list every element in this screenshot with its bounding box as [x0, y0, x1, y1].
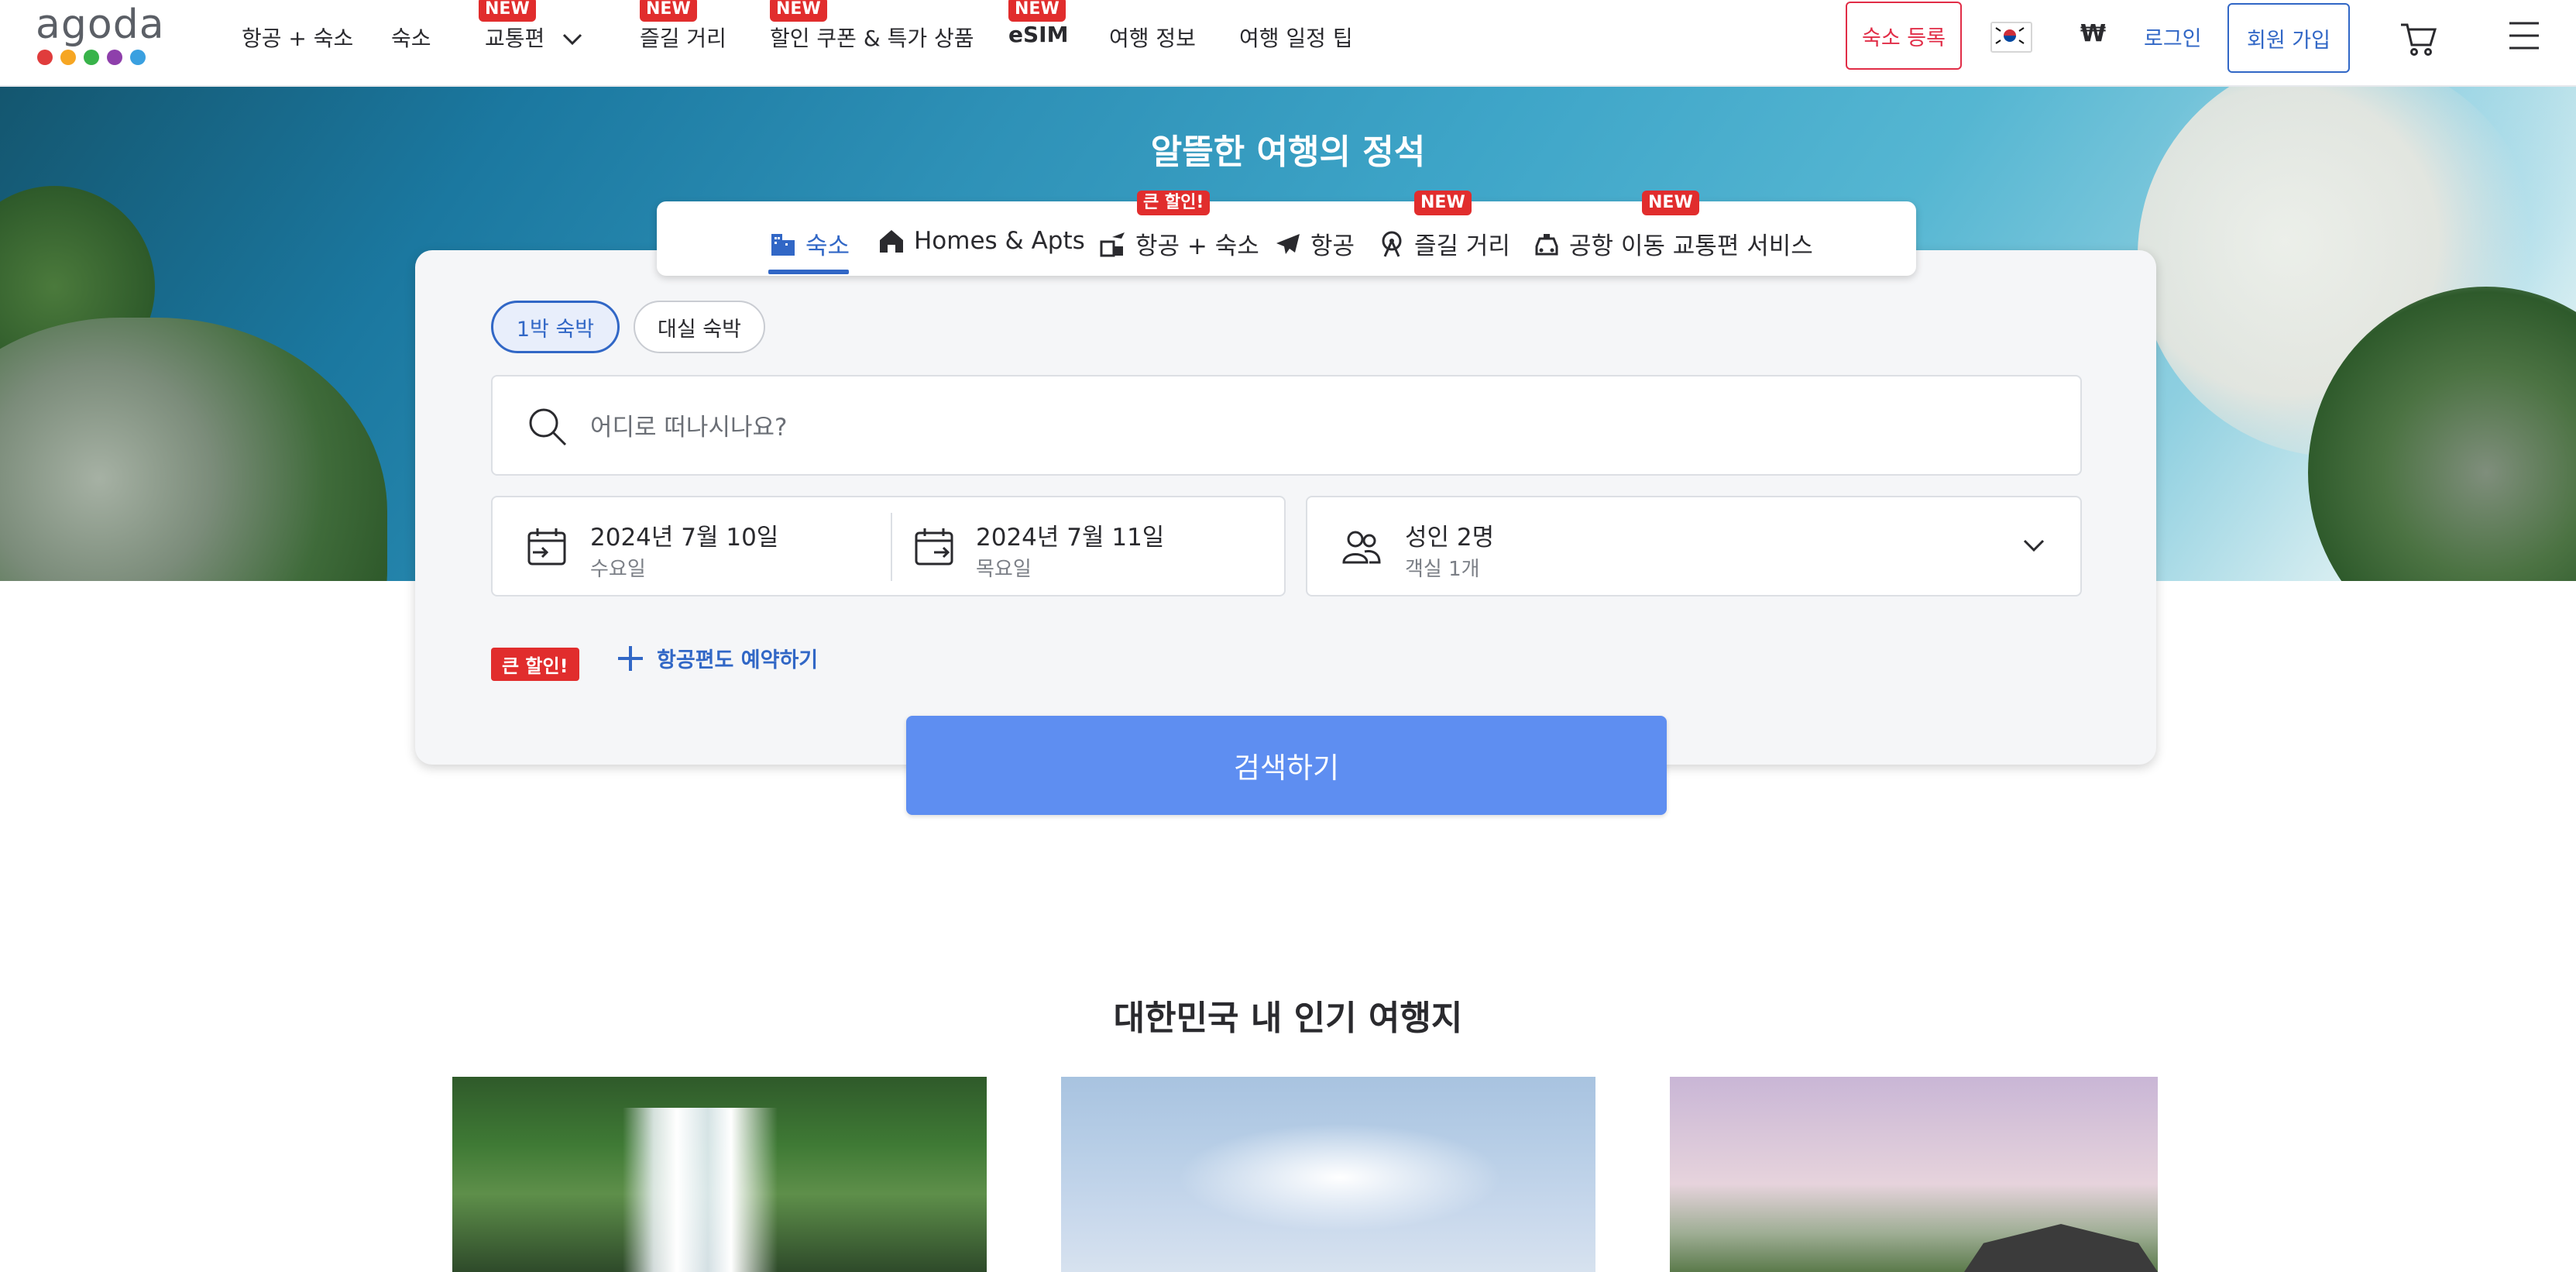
hero-title: 알뜰한 여행의 정석: [1150, 132, 1426, 172]
checkout-weekday: 목요일: [976, 558, 1032, 581]
nav-activities[interactable]: 즐길 거리: [640, 22, 726, 53]
search-button[interactable]: 검색하기: [906, 716, 1667, 815]
search-icon: [529, 408, 567, 446]
calendar-checkout-icon: [915, 528, 953, 566]
stay-type-overnight[interactable]: 1박 숙박: [491, 301, 620, 353]
people-icon: [1342, 531, 1381, 564]
logo-text: agoda: [36, 2, 165, 48]
logo-dot-orange: [60, 50, 76, 65]
login-link[interactable]: 로그인: [2144, 22, 2202, 52]
logo-dot-purple: [107, 50, 122, 65]
nav-flight-hotel[interactable]: 항공 + 숙소: [242, 22, 353, 53]
house-icon: [880, 230, 903, 253]
chevron-down-icon: [2023, 539, 2045, 552]
logo-dot-red: [37, 50, 53, 65]
nav-travel-tips[interactable]: 여행 일정 팁: [1239, 22, 1353, 53]
checkin-field[interactable]: 2024년 7월 10일 수요일: [493, 497, 889, 595]
checkin-date: 2024년 7월 10일: [590, 524, 779, 552]
nav-travel-info[interactable]: 여행 정보: [1109, 22, 1196, 53]
tab-label: 즐길 거리: [1414, 232, 1510, 260]
new-tag: NEW: [479, 0, 536, 22]
discount-tag: 큰 할인!: [1137, 191, 1211, 215]
new-tag: NEW: [1642, 191, 1699, 215]
chevron-down-icon: [563, 33, 582, 46]
tab-flight-hotel[interactable]: 항공 + 숙소: [1098, 226, 1259, 261]
flight-hotel-icon: [1100, 232, 1125, 256]
destination-placeholder: 어디로 떠나시나요?: [590, 414, 788, 442]
signup-button[interactable]: 회원 가입: [2227, 3, 2350, 73]
new-tag: NEW: [770, 0, 827, 22]
active-tab-indicator: [768, 270, 849, 274]
korea-flag-icon: [1992, 23, 2028, 48]
top-nav-bar: agoda 항공 + 숙소 숙소 NEW 교통편 NEW 즐길 거리 NEW 할…: [0, 0, 2576, 87]
date-range-picker: 2024년 7월 10일 수요일 2024년 7월 11일 목요일: [491, 496, 1286, 596]
tab-label: 항공 + 숙소: [1135, 232, 1259, 260]
tab-label: Homes & Apts: [914, 227, 1085, 255]
calendar-checkin-icon: [527, 528, 566, 566]
temple-image-art: [1964, 1224, 2158, 1272]
discount-badge: 큰 할인!: [491, 648, 579, 681]
room-count: 객실 1개: [1405, 558, 1480, 581]
sky-image-art: [1177, 1123, 1503, 1232]
tab-flights[interactable]: 항공: [1273, 226, 1355, 261]
currency-button[interactable]: ₩: [2080, 20, 2106, 47]
waterfall-image-art: [623, 1108, 778, 1272]
add-flight-label: 항공편도 예약하기: [657, 648, 819, 672]
tab-stays[interactable]: 숙소: [768, 226, 850, 261]
logo-dot-green: [84, 50, 99, 65]
ferris-wheel-icon: [1382, 231, 1402, 257]
tab-airport-transfer[interactable]: 공항 이동 교통편 서비스: [1532, 226, 1813, 261]
nav-stays[interactable]: 숙소: [391, 22, 431, 53]
checkout-field[interactable]: 2024년 7월 11일 목요일: [892, 497, 1284, 595]
popular-destinations-title: 대한민국 내 인기 여행지: [1113, 999, 1463, 1038]
checkin-weekday: 수요일: [590, 558, 646, 581]
nav-transport[interactable]: 교통편: [485, 22, 582, 53]
stay-type-day-use[interactable]: 대실 숙박: [634, 301, 765, 353]
destination-card[interactable]: [452, 1077, 987, 1272]
tab-homes-apts[interactable]: Homes & Apts: [877, 226, 1085, 256]
cart-icon[interactable]: [2399, 20, 2438, 57]
new-tag: NEW: [640, 0, 697, 22]
plus-icon: [618, 645, 643, 671]
guest-count: 성인 2명: [1405, 524, 1495, 552]
hero-island-art: [0, 318, 387, 581]
destination-card[interactable]: [1670, 1077, 2158, 1272]
tab-label: 항공: [1310, 232, 1355, 260]
tab-label: 공항 이동 교통편 서비스: [1569, 232, 1813, 260]
nav-esim[interactable]: eSIM: [1008, 22, 1068, 47]
destination-card[interactable]: [1061, 1077, 1595, 1272]
hotel-icon: [771, 233, 795, 256]
tab-label: 숙소: [805, 232, 850, 260]
car-icon: [1535, 233, 1558, 255]
nav-deals[interactable]: 할인 쿠폰 & 특가 상품: [770, 22, 974, 53]
guest-selector[interactable]: 성인 2명 객실 1개: [1306, 496, 2082, 596]
tab-activities[interactable]: 즐길 거리: [1377, 226, 1510, 261]
logo-dot-blue: [130, 50, 146, 65]
new-tag: NEW: [1414, 191, 1472, 215]
search-tabs: 숙소 Homes & Apts 큰 할인! 항공 + 숙소 항공 NEW 즐길 …: [657, 191, 1916, 276]
checkout-date: 2024년 7월 11일: [976, 524, 1165, 552]
destination-input[interactable]: 어디로 떠나시나요?: [491, 375, 2082, 476]
nav-transport-label: 교통편: [485, 26, 545, 51]
airplane-icon: [1276, 233, 1300, 254]
add-flight-button[interactable]: 항공편도 예약하기: [617, 643, 818, 673]
list-property-button[interactable]: 숙소 등록: [1846, 2, 1962, 70]
new-tag: NEW: [1008, 0, 1066, 22]
hamburger-menu-icon[interactable]: [2508, 20, 2540, 51]
language-flag-button[interactable]: [1990, 22, 2032, 53]
